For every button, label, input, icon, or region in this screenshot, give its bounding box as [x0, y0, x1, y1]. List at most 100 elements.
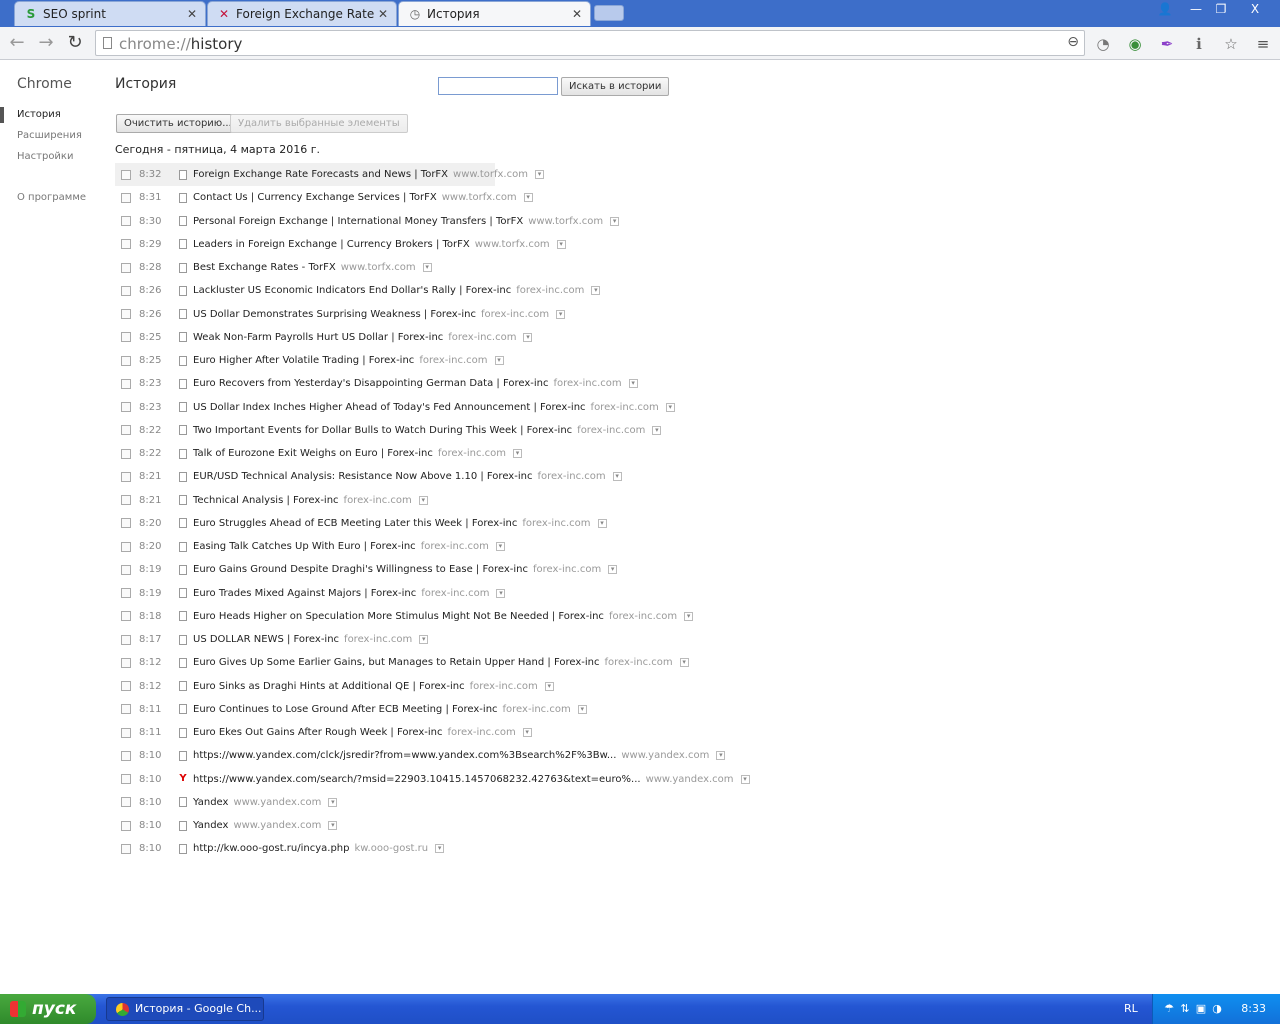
entry-checkbox[interactable] [121, 843, 131, 854]
close-icon[interactable]: ✕ [376, 7, 390, 21]
entry-menu-dropdown-icon[interactable]: ▾ [597, 518, 607, 528]
entry-menu-dropdown-icon[interactable]: ▾ [665, 402, 675, 412]
back-button[interactable]: ← [5, 32, 29, 54]
tab-seo-sprint[interactable]: S SEO sprint ✕ [14, 1, 206, 26]
entry-checkbox[interactable] [121, 262, 131, 273]
entry-title-link[interactable]: US Dollar Index Inches Higher Ahead of T… [193, 402, 586, 413]
clear-history-button[interactable]: Очистить историю... [116, 114, 240, 133]
entry-checkbox[interactable] [121, 471, 131, 482]
entry-menu-dropdown-icon[interactable]: ▾ [418, 495, 428, 505]
language-indicator[interactable]: RL [1124, 1002, 1138, 1015]
entry-title-link[interactable]: Euro Trades Mixed Against Majors | Forex… [193, 588, 416, 599]
info-extension-icon[interactable]: ℹ [1188, 33, 1210, 55]
entry-title-link[interactable]: Euro Ekes Out Gains After Rough Week | F… [193, 727, 443, 738]
entry-menu-dropdown-icon[interactable]: ▾ [684, 611, 694, 621]
entry-title-link[interactable]: Technical Analysis | Forex-inc [193, 495, 339, 506]
entry-title-link[interactable]: Euro Recovers from Yesterday's Disappoin… [193, 378, 548, 389]
entry-title-link[interactable]: US DOLLAR NEWS | Forex-inc [193, 634, 339, 645]
entry-menu-dropdown-icon[interactable]: ▾ [534, 170, 544, 180]
entry-menu-dropdown-icon[interactable]: ▾ [522, 728, 532, 738]
close-window-button[interactable]: X [1242, 0, 1268, 18]
entry-menu-dropdown-icon[interactable]: ▾ [435, 844, 445, 854]
entry-menu-dropdown-icon[interactable]: ▾ [610, 216, 620, 226]
entry-menu-dropdown-icon[interactable]: ▾ [628, 379, 638, 389]
tray-monitor-icon[interactable]: ▣ [1195, 1003, 1207, 1015]
entry-title-link[interactable]: Euro Higher After Volatile Trading | For… [193, 355, 414, 366]
entry-menu-dropdown-icon[interactable]: ▾ [513, 449, 523, 459]
sidebar-item-extensions[interactable]: Расширения [17, 130, 82, 141]
entry-title-link[interactable]: Contact Us | Currency Exchange Services … [193, 192, 437, 203]
feather-extension-icon[interactable]: ✒ [1156, 33, 1178, 55]
entry-menu-dropdown-icon[interactable]: ▾ [496, 588, 506, 598]
entry-title-link[interactable]: Leaders in Foreign Exchange | Currency B… [193, 239, 470, 250]
entry-checkbox[interactable] [121, 588, 131, 599]
entry-title-link[interactable]: Euro Struggles Ahead of ECB Meeting Late… [193, 518, 517, 529]
entry-title-link[interactable]: Euro Sinks as Draghi Hints at Additional… [193, 681, 465, 692]
entry-title-link[interactable]: Yandex [193, 820, 228, 831]
globe-extension-icon[interactable]: ◉ [1124, 33, 1146, 55]
entry-checkbox[interactable] [121, 192, 131, 203]
entry-checkbox[interactable] [121, 169, 131, 180]
entry-title-link[interactable]: Euro Gains Ground Despite Draghi's Willi… [193, 564, 528, 575]
entry-title-link[interactable]: Personal Foreign Exchange | Internationa… [193, 216, 523, 227]
delete-selected-button[interactable]: Удалить выбранные элементы [230, 114, 408, 133]
reload-button[interactable]: ↻ [63, 32, 87, 54]
user-icon[interactable]: 👤 [1152, 0, 1178, 18]
entry-menu-dropdown-icon[interactable]: ▾ [652, 425, 662, 435]
menu-icon[interactable]: ≡ [1252, 33, 1274, 55]
entry-checkbox[interactable] [121, 611, 131, 622]
tray-umbrella-icon[interactable]: ☂ [1163, 1003, 1175, 1015]
entry-title-link[interactable]: Euro Continues to Lose Ground After ECB … [193, 704, 498, 715]
entry-checkbox[interactable] [121, 239, 131, 250]
restore-button[interactable]: ❐ [1208, 0, 1234, 18]
entry-checkbox[interactable] [121, 309, 131, 320]
entry-title-link[interactable]: Yandex [193, 797, 228, 808]
entry-title-link[interactable]: Lackluster US Economic Indicators End Do… [193, 285, 511, 296]
entry-menu-dropdown-icon[interactable]: ▾ [328, 821, 338, 831]
entry-title-link[interactable]: Euro Heads Higher on Speculation More St… [193, 611, 604, 622]
forward-button[interactable]: → [34, 32, 58, 54]
entry-menu-dropdown-icon[interactable]: ▾ [495, 542, 505, 552]
timer-off-extension-icon[interactable]: ◔ [1092, 33, 1114, 55]
tab-torfx[interactable]: ✕ Foreign Exchange Rate Forecasts ✕ [207, 1, 397, 26]
entry-checkbox[interactable] [121, 448, 131, 459]
start-button[interactable]: пуск [0, 994, 96, 1024]
entry-menu-dropdown-icon[interactable]: ▾ [523, 332, 533, 342]
entry-menu-dropdown-icon[interactable]: ▾ [716, 751, 726, 761]
entry-checkbox[interactable] [121, 285, 131, 296]
entry-title-link[interactable]: EUR/USD Technical Analysis: Resistance N… [193, 471, 532, 482]
close-icon[interactable]: ✕ [570, 7, 584, 21]
entry-checkbox[interactable] [121, 820, 131, 831]
entry-checkbox[interactable] [121, 750, 131, 761]
search-history-button[interactable]: Искать в истории [561, 77, 670, 96]
entry-title-link[interactable]: Easing Talk Catches Up With Euro | Forex… [193, 541, 416, 552]
address-bar[interactable]: chrome://history ⊖ [95, 30, 1085, 56]
entry-title-link[interactable]: Best Exchange Rates - TorFX [193, 262, 336, 273]
entry-title-link[interactable]: https://www.yandex.com/search/?msid=2290… [193, 774, 641, 785]
entry-checkbox[interactable] [121, 425, 131, 436]
entry-title-link[interactable]: US Dollar Demonstrates Surprising Weakne… [193, 309, 476, 320]
entry-checkbox[interactable] [121, 727, 131, 738]
entry-menu-dropdown-icon[interactable]: ▾ [328, 797, 338, 807]
tab-history[interactable]: ◷ История ✕ [398, 1, 591, 26]
entry-title-link[interactable]: https://www.yandex.com/clck/jsredir?from… [193, 750, 616, 761]
entry-checkbox[interactable] [121, 378, 131, 389]
entry-checkbox[interactable] [121, 402, 131, 413]
entry-menu-dropdown-icon[interactable]: ▾ [577, 704, 587, 714]
entry-checkbox[interactable] [121, 634, 131, 645]
entry-checkbox[interactable] [121, 564, 131, 575]
taskbar-item-chrome[interactable]: История - Google Ch... [106, 997, 264, 1021]
entry-checkbox[interactable] [121, 332, 131, 343]
minimize-button[interactable]: — [1183, 0, 1209, 18]
entry-checkbox[interactable] [121, 774, 131, 785]
entry-menu-dropdown-icon[interactable]: ▾ [608, 565, 618, 575]
sidebar-item-history[interactable]: История [17, 109, 61, 120]
sidebar-item-settings[interactable]: Настройки [17, 151, 73, 162]
entry-menu-dropdown-icon[interactable]: ▾ [591, 286, 601, 296]
entry-title-link[interactable]: Euro Gives Up Some Earlier Gains, but Ma… [193, 657, 599, 668]
entry-title-link[interactable]: Two Important Events for Dollar Bulls to… [193, 425, 572, 436]
entry-menu-dropdown-icon[interactable]: ▾ [612, 472, 622, 482]
bookmark-star-icon[interactable]: ☆ [1220, 33, 1242, 55]
entry-menu-dropdown-icon[interactable]: ▾ [523, 193, 533, 203]
entry-menu-dropdown-icon[interactable]: ▾ [419, 635, 429, 645]
